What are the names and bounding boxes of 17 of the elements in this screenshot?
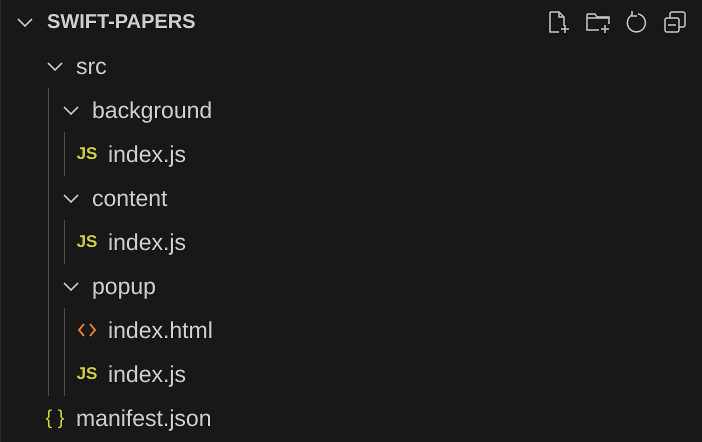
refresh-icon[interactable] <box>624 10 649 34</box>
file-name[interactable]: index.js <box>108 140 186 168</box>
file-name[interactable]: index.js <box>108 228 186 256</box>
file-name[interactable]: index.html <box>108 316 213 344</box>
collapse-all-icon[interactable] <box>663 10 688 34</box>
folder-name[interactable]: content <box>92 184 168 212</box>
file-name[interactable]: manifest.json <box>76 404 212 432</box>
js-file-icon: JS <box>76 364 98 384</box>
braces-icon: { } <box>46 406 64 430</box>
folder-name[interactable]: popup <box>92 272 156 300</box>
folder-name[interactable]: src <box>76 52 107 80</box>
folder-name[interactable]: background <box>92 96 212 124</box>
js-file-icon: JS <box>76 232 98 252</box>
workspace-title: SWIFT-PAPERS <box>47 10 196 34</box>
file-name[interactable]: index.js <box>108 360 186 388</box>
code-brackets-icon <box>78 322 96 338</box>
js-file-icon: JS <box>76 144 98 164</box>
